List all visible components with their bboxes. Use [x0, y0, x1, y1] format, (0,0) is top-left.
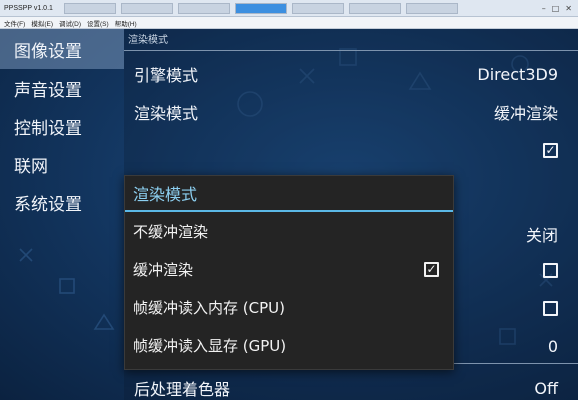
sidebar-item-system[interactable]: 系统设置 [0, 183, 124, 221]
maximize-icon[interactable]: □ [552, 4, 560, 13]
minimize-icon[interactable]: – [542, 4, 546, 13]
option-label: 不缓冲渲染 [133, 222, 209, 241]
setting-row-postprocess-shader[interactable]: 后处理着色器 Off [124, 369, 574, 400]
close-icon[interactable]: ✕ [565, 4, 572, 13]
menu-settings[interactable]: 设置(S) [87, 18, 109, 28]
window-controls: – □ ✕ [542, 4, 578, 13]
taskbar-tab[interactable] [178, 2, 230, 14]
taskbar-tab[interactable] [121, 2, 173, 14]
title-bar: PPSSPP v1.0.1 – □ ✕ [0, 0, 578, 17]
option-label: 帧缓冲读入显存 (GPU) [133, 336, 287, 355]
taskbar-tab[interactable] [406, 2, 458, 14]
setting-checkbox[interactable] [543, 300, 558, 316]
section-header-render: 渲染模式 [124, 33, 578, 51]
setting-checkbox[interactable]: ✓ [543, 142, 558, 158]
setting-value: 缓冲渲染 [493, 104, 558, 123]
setting-label: 渲染模式 [134, 104, 199, 123]
option-unbuffered[interactable]: 不缓冲渲染 [125, 212, 453, 250]
setting-value: 关闭 [525, 226, 558, 245]
taskbar-tab[interactable] [292, 2, 344, 14]
setting-checkbox[interactable] [543, 262, 558, 278]
taskbar-tab-active[interactable] [235, 2, 287, 14]
setting-value: Off [534, 378, 558, 398]
checkmark-icon[interactable]: ✓ [424, 261, 439, 277]
app-title: PPSSPP v1.0.1 [4, 4, 53, 12]
taskbar-tab[interactable] [64, 2, 116, 14]
render-mode-dialog: 渲染模式 不缓冲渲染 缓冲渲染 ✓ 帧缓冲读入内存 (CPU) 帧缓冲读入显存 … [124, 175, 454, 370]
sidebar-item-graphics[interactable]: 图像设置 [0, 29, 124, 69]
setting-value: Direct3D9 [477, 64, 558, 84]
settings-sidebar: 图像设置 声音设置 控制设置 联网 系统设置 [0, 29, 124, 219]
setting-label: 引擎模式 [134, 66, 199, 85]
option-read-framebuffer-cpu[interactable]: 帧缓冲读入内存 (CPU) [125, 288, 453, 326]
setting-row-render-mode[interactable]: 渲染模式 缓冲渲染 [124, 93, 574, 131]
option-label: 缓冲渲染 [133, 260, 194, 279]
menu-bar: 文件(F) 模拟(E) 调试(D) 设置(S) 帮助(H) [0, 17, 578, 29]
menu-file[interactable]: 文件(F) [4, 18, 25, 28]
dialog-title: 渲染模式 [125, 176, 453, 212]
sidebar-item-audio[interactable]: 声音设置 [0, 69, 124, 107]
menu-debug[interactable]: 调试(D) [59, 18, 81, 28]
taskbar-tab[interactable] [349, 2, 401, 14]
background-taskbar-tabs [64, 2, 458, 14]
setting-row-engine[interactable]: 引擎模式 Direct3D9 [124, 55, 574, 93]
menu-emulation[interactable]: 模拟(E) [31, 18, 53, 28]
sidebar-item-networking[interactable]: 联网 [0, 145, 124, 183]
menu-help[interactable]: 帮助(H) [115, 18, 137, 28]
setting-row-partially-hidden[interactable]: ✓ [124, 131, 574, 169]
option-read-framebuffer-gpu[interactable]: 帧缓冲读入显存 (GPU) [125, 326, 453, 364]
app-area: 图像设置 声音设置 控制设置 联网 系统设置 渲染模式 引擎模式 Direct3… [0, 29, 578, 400]
option-label: 帧缓冲读入内存 (CPU) [133, 298, 285, 317]
setting-label: 后处理着色器 [134, 380, 231, 399]
sidebar-item-controls[interactable]: 控制设置 [0, 107, 124, 145]
option-buffered[interactable]: 缓冲渲染 ✓ [125, 250, 453, 288]
